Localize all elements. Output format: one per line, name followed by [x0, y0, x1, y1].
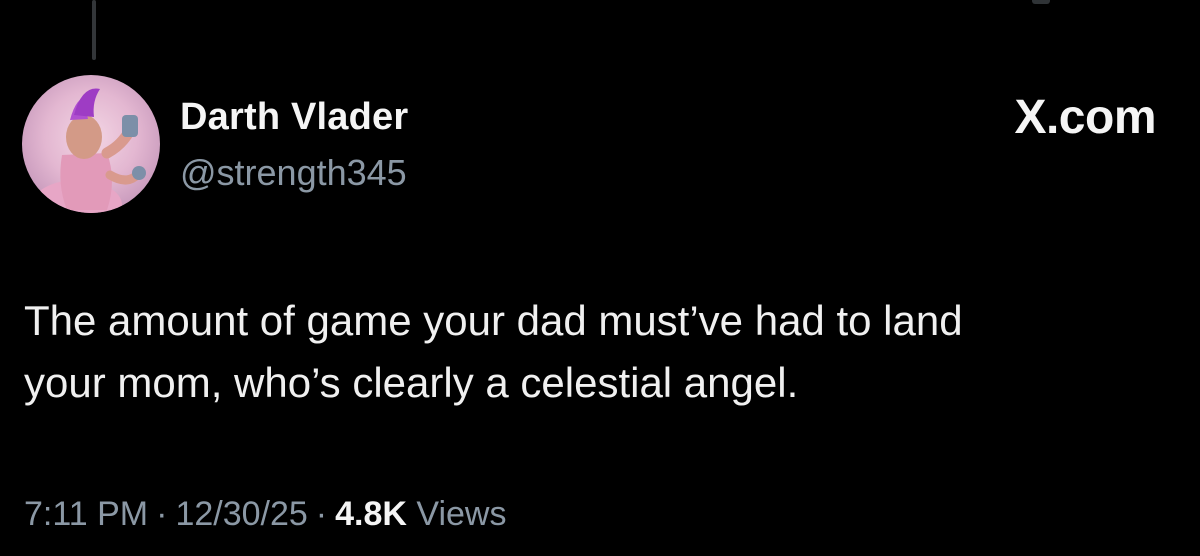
tweet-meta: 7:11 PM · 12/30/25 · 4.8K Views	[24, 495, 507, 534]
meta-separator: ·	[156, 495, 168, 533]
tweet-text-line: your mom, who’s clearly a celestial ange…	[24, 359, 799, 406]
tweet-time[interactable]: 7:11 PM	[24, 495, 148, 533]
brand-label: X.com	[1014, 91, 1156, 144]
author-display-name[interactable]: Darth Vlader	[180, 96, 408, 139]
more-options-icon[interactable]	[1032, 0, 1050, 4]
tweet-text: The amount of game your dad must’ve had …	[24, 290, 1174, 414]
meta-separator: ·	[315, 495, 328, 533]
author-handle[interactable]: @strength345	[180, 152, 407, 194]
thread-connector-line	[92, 0, 96, 60]
views-count[interactable]: 4.8K	[335, 495, 407, 533]
tweet-text-line: The amount of game your dad must’ve had …	[24, 297, 963, 344]
avatar[interactable]	[22, 75, 160, 213]
tweet-date[interactable]: 12/30/25	[175, 495, 307, 533]
views-label: Views	[416, 495, 507, 533]
profile-photo-icon	[32, 88, 146, 213]
